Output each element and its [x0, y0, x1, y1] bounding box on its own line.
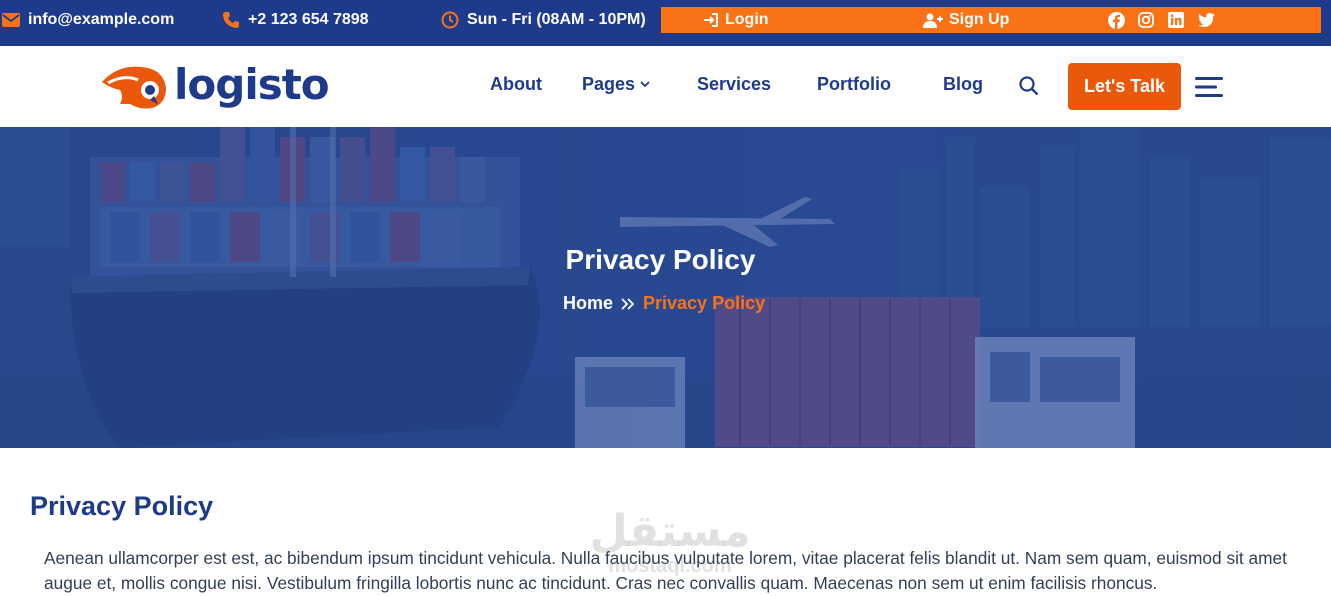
- nav-pages[interactable]: Pages: [582, 74, 650, 95]
- lets-talk-button[interactable]: Let's Talk: [1068, 63, 1181, 110]
- search-icon[interactable]: [1019, 76, 1039, 101]
- nav-services[interactable]: Services: [697, 74, 771, 95]
- clock-icon: [441, 11, 459, 29]
- user-plus-icon: [923, 13, 943, 28]
- breadcrumb-home-link[interactable]: Home: [563, 293, 613, 314]
- signup-link[interactable]: Sign Up: [923, 7, 1009, 33]
- breadcrumb: Home Privacy Policy: [563, 293, 765, 314]
- sign-in-icon: [704, 13, 718, 27]
- breadcrumb-current: Privacy Policy: [643, 293, 766, 313]
- nav-blog[interactable]: Blog: [943, 74, 983, 95]
- logo-mark-icon: [102, 66, 166, 109]
- hamburger-icon[interactable]: [1195, 76, 1223, 103]
- hours-text: Sun - Fri (08AM - 10PM): [467, 11, 646, 28]
- facebook-icon[interactable]: [1107, 11, 1125, 29]
- nav-about[interactable]: About: [490, 74, 542, 95]
- login-link[interactable]: Login: [703, 7, 769, 33]
- phone-text: +2 123 654 7898: [248, 11, 369, 28]
- twitter-icon[interactable]: [1197, 11, 1215, 29]
- nav-pages-label: Pages: [582, 74, 636, 94]
- instagram-icon[interactable]: [1137, 11, 1155, 29]
- login-label: Login: [725, 11, 769, 28]
- linkedin-icon[interactable]: [1167, 11, 1185, 29]
- envelope-icon: [2, 13, 20, 27]
- double-chevron-right-icon: [621, 297, 635, 310]
- hero-title: Privacy Policy: [565, 244, 756, 275]
- contact-email[interactable]: info@example.com: [2, 0, 174, 40]
- signup-label: Sign Up: [949, 11, 1010, 28]
- hero-background-image: [0, 127, 1331, 448]
- social-links: [1107, 7, 1215, 33]
- policy-paragraph: Aenean ullamcorper est est, ac bibendum …: [44, 548, 1287, 593]
- main-navbar: logisto About Pages Services Portfolio B…: [0, 46, 1331, 127]
- contact-phone[interactable]: +2 123 654 7898: [222, 0, 369, 40]
- page-hero-banner: Privacy Policy Home Privacy Policy: [0, 127, 1331, 448]
- email-text: info@example.com: [28, 11, 175, 28]
- site-logo[interactable]: logisto: [100, 60, 330, 110]
- business-hours: Sun - Fri (08AM - 10PM): [441, 0, 646, 40]
- top-bar: info@example.com +2 123 654 7898 Sun - F…: [0, 0, 1331, 46]
- nav-portfolio[interactable]: Portfolio: [817, 74, 891, 95]
- section-heading: Privacy Policy: [30, 491, 214, 521]
- logo-text: logisto: [174, 60, 330, 109]
- auth-social-bar: Login Sign Up: [661, 7, 1321, 33]
- lets-talk-label: Let's Talk: [1084, 76, 1165, 96]
- phone-icon: [223, 12, 239, 28]
- chevron-down-icon: [640, 81, 650, 88]
